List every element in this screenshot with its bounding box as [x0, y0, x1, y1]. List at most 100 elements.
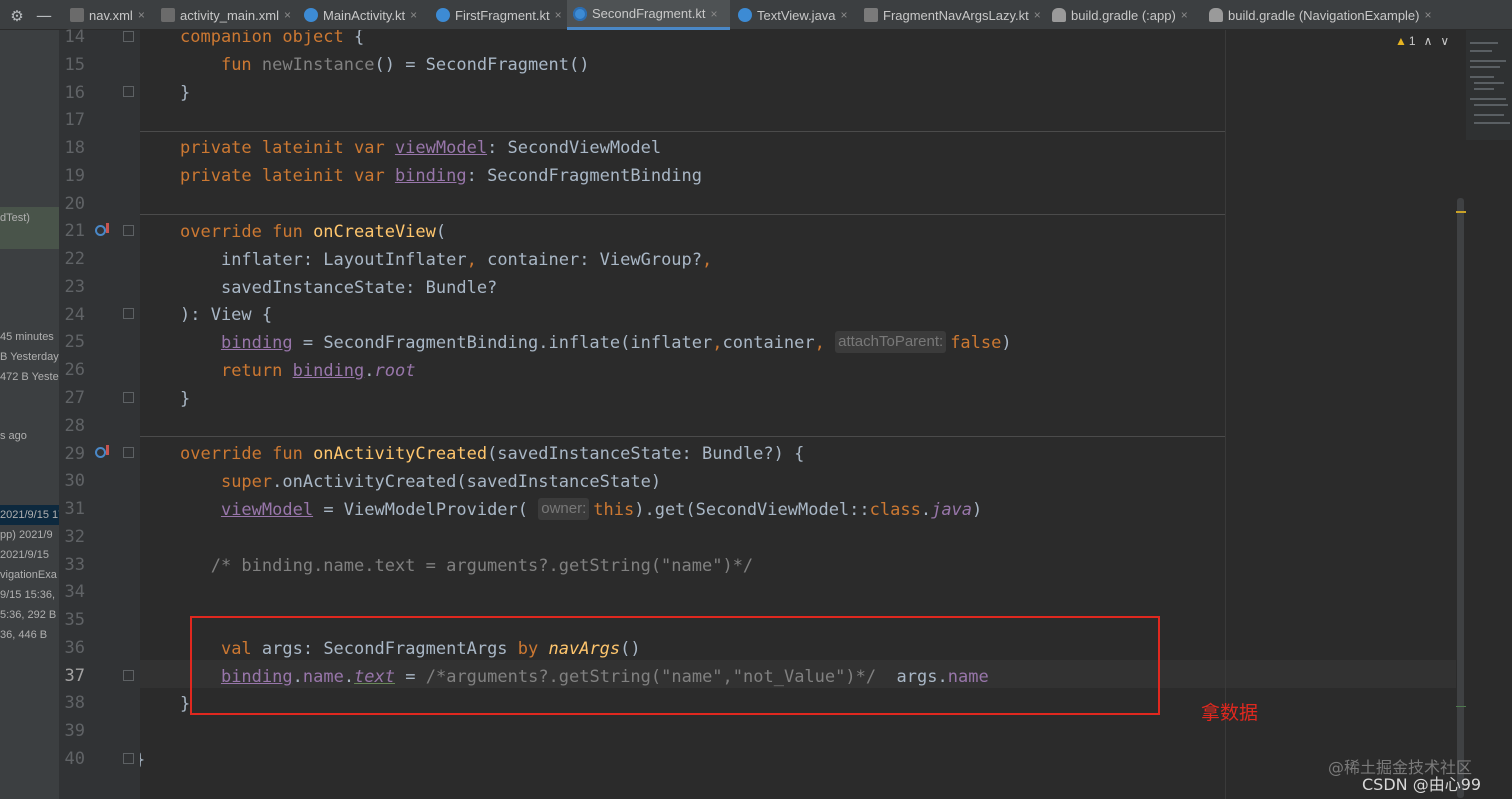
project-item[interactable]: 5:36, 292 B — [0, 607, 56, 624]
minimize-icon[interactable]: — — [36, 6, 52, 26]
gear-icon[interactable]: ⚙ — [7, 6, 27, 26]
line-number: 23 — [64, 276, 85, 297]
code-line: super.onActivityCreated(savedInstanceSta… — [220, 472, 662, 492]
method-separator — [140, 436, 1225, 437]
close-icon[interactable]: × — [410, 8, 417, 22]
project-item[interactable]: 2021/9/15 — [0, 547, 49, 564]
code-line: } — [140, 746, 145, 774]
line-number: 21 — [64, 221, 85, 242]
close-icon[interactable]: × — [284, 8, 291, 22]
project-item[interactable]: 45 minutes — [0, 329, 54, 346]
tab-activity-main-xml[interactable]: activity_main.xml × — [155, 0, 291, 30]
inspection-widget[interactable]: ▲ 1 ∧ ∨ — [1395, 34, 1449, 48]
code-line: override fun onCreateView( — [180, 222, 447, 242]
project-item[interactable]: B Yesterday — [0, 349, 59, 366]
line-number: 37 — [64, 665, 85, 686]
code-line: viewModel = ViewModelProvider( owner: thi… — [220, 498, 983, 520]
project-item[interactable]: vigationExa — [0, 567, 57, 584]
line-number: 32 — [64, 526, 85, 547]
line-number: 38 — [64, 693, 85, 714]
fold-marker-icon[interactable] — [123, 392, 134, 403]
fold-marker-icon[interactable] — [123, 308, 134, 319]
line-number: 35 — [64, 610, 85, 631]
fold-marker-icon[interactable] — [123, 753, 134, 764]
override-marker-icon[interactable] — [95, 445, 109, 459]
scrollbar-thumb[interactable] — [1457, 198, 1464, 798]
right-margin-guide — [1225, 30, 1226, 799]
project-item[interactable]: pp) 2021/9 — [0, 527, 53, 544]
code-line: inflater: LayoutInflater, container: Vie… — [220, 250, 713, 270]
xml-file-icon — [70, 8, 84, 22]
method-separator — [140, 131, 1225, 132]
code-minimap[interactable] — [1466, 30, 1512, 140]
close-icon[interactable]: × — [841, 8, 848, 22]
code-line: private lateinit var viewModel: SecondVi… — [180, 138, 662, 158]
tab-build-gradle-project[interactable]: build.gradle (NavigationExample) × — [1203, 0, 1432, 30]
fold-marker-icon[interactable] — [123, 225, 134, 236]
project-item[interactable]: 2021/9/15 17 — [0, 507, 59, 524]
project-item[interactable]: dTest) — [0, 210, 30, 227]
tab-textview-java[interactable]: TextView.java × — [732, 0, 848, 30]
watermark-csdn: CSDN @由心99 — [1362, 775, 1482, 794]
fold-marker-icon[interactable] — [123, 447, 134, 458]
line-number: 20 — [64, 193, 85, 214]
code-line: /* binding.name.text = arguments?.getStr… — [210, 556, 754, 576]
change-stripe — [1456, 706, 1466, 707]
tab-main-activity[interactable]: MainActivity.kt × — [298, 0, 417, 30]
chevron-up-icon[interactable]: ∧ — [1424, 34, 1433, 48]
code-line: companion object { — [180, 30, 365, 47]
line-number: 16 — [64, 82, 85, 103]
override-marker-icon[interactable] — [95, 223, 109, 237]
code-line: binding = SecondFragmentBinding.inflate(… — [220, 331, 1012, 353]
project-item[interactable]: 472 B Yeste — [0, 369, 59, 386]
project-item[interactable]: s ago — [0, 428, 27, 445]
code-line: } — [180, 83, 191, 103]
vertical-scrollbar[interactable] — [1456, 30, 1466, 799]
tab-label: activity_main.xml — [180, 7, 279, 23]
project-item[interactable]: 36, 446 B — [0, 627, 47, 644]
tab-first-fragment[interactable]: FirstFragment.kt × — [430, 0, 562, 30]
project-item[interactable]: 9/15 15:36, — [0, 587, 55, 604]
code-line: fun newInstance() = SecondFragment() — [220, 55, 590, 75]
close-icon[interactable]: × — [138, 8, 145, 22]
fold-marker-icon[interactable] — [123, 31, 134, 42]
line-number: 15 — [64, 54, 85, 75]
code-editor[interactable]: companion object { fun newInstance() = S… — [140, 30, 1456, 799]
tab-second-fragment[interactable]: SecondFragment.kt × — [567, 0, 730, 30]
inlay-hint: attachToParent: — [835, 331, 947, 353]
tab-fragment-nav-args-lazy[interactable]: FragmentNavArgsLazy.kt × — [858, 0, 1041, 30]
code-line: } — [180, 694, 191, 714]
annotation-label: 拿数据 — [1201, 702, 1259, 724]
kotlin-class-icon — [304, 8, 318, 22]
fold-marker-icon[interactable] — [123, 670, 134, 681]
line-number: 22 — [64, 249, 85, 270]
warning-count: 1 — [1408, 34, 1416, 48]
line-number: 30 — [64, 471, 85, 492]
close-icon[interactable]: × — [555, 8, 562, 22]
line-number: 18 — [64, 138, 85, 159]
warning-stripe[interactable] — [1456, 211, 1466, 213]
close-icon[interactable]: × — [710, 7, 717, 21]
line-number: 31 — [64, 499, 85, 520]
tab-label: SecondFragment.kt — [592, 6, 706, 21]
line-number: 36 — [64, 637, 85, 658]
line-number: 39 — [64, 721, 85, 742]
fold-marker-icon[interactable] — [123, 86, 134, 97]
tab-build-gradle-app[interactable]: build.gradle (:app) × — [1046, 0, 1188, 30]
kotlin-class-icon — [573, 6, 587, 21]
line-number: 27 — [64, 388, 85, 408]
highlight-box — [190, 616, 1160, 715]
close-icon[interactable]: × — [1181, 8, 1188, 22]
chevron-down-icon[interactable]: ∨ — [1440, 34, 1449, 48]
inlay-hint: owner: — [538, 498, 590, 520]
close-icon[interactable]: × — [1034, 8, 1041, 22]
line-number: 33 — [64, 554, 85, 575]
close-icon[interactable]: × — [1425, 8, 1432, 22]
xml-file-icon — [161, 8, 175, 22]
tab-label: FirstFragment.kt — [455, 7, 550, 23]
line-number: 26 — [64, 360, 85, 381]
code-line: private lateinit var binding: SecondFrag… — [180, 166, 702, 186]
line-number: 28 — [64, 415, 85, 436]
java-class-icon — [738, 8, 752, 22]
line-number: 14 — [64, 27, 85, 47]
